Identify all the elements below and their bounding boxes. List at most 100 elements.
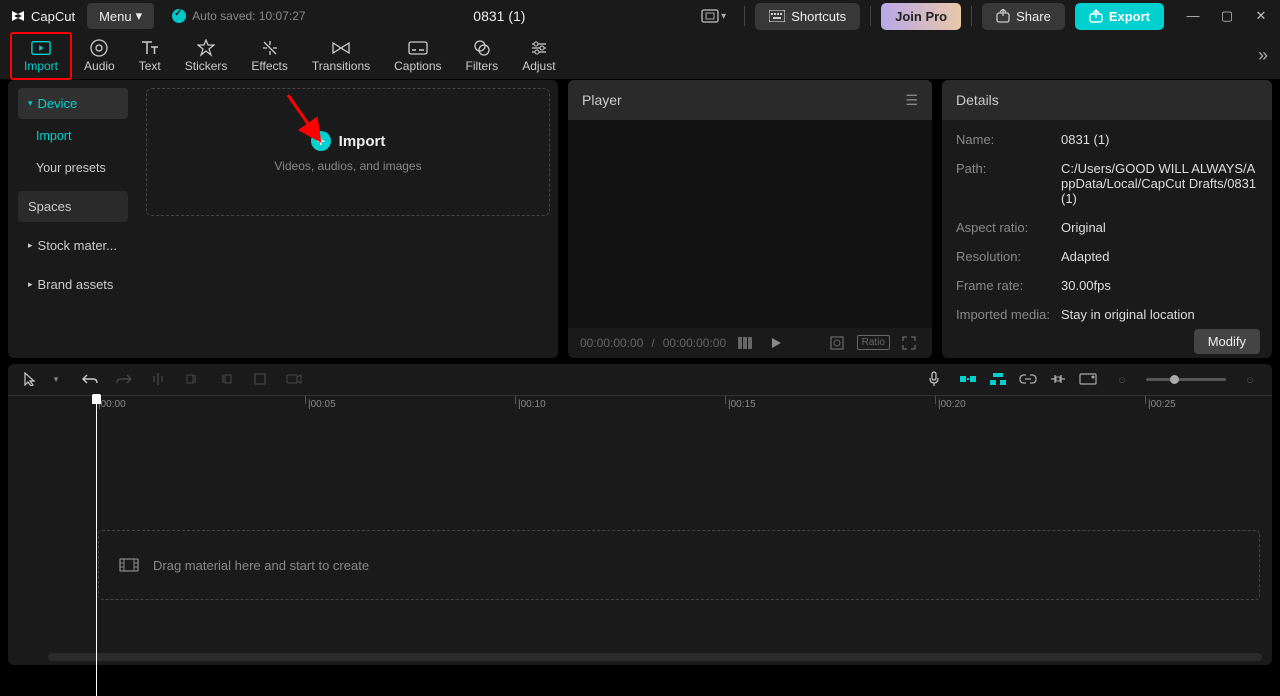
- chevron-down-icon: ▾: [136, 8, 143, 24]
- player-controls: 00:00:00:00 / 00:00:00:00 Ratio: [568, 328, 932, 358]
- plus-icon: +: [311, 131, 331, 151]
- chevron-right-icon: ▸: [28, 279, 33, 290]
- tab-audio[interactable]: Audio: [72, 32, 127, 80]
- join-pro-button[interactable]: Join Pro: [881, 3, 961, 30]
- export-button[interactable]: Export: [1075, 3, 1164, 30]
- sidebar-item-spaces[interactable]: Spaces: [18, 191, 128, 222]
- player-options-icon[interactable]: [734, 337, 758, 349]
- cursor-tool-icon[interactable]: [20, 369, 40, 389]
- detail-media-value: Stay in original location: [1061, 307, 1258, 322]
- tab-effects[interactable]: Effects: [239, 32, 299, 80]
- media-panel: ▾Device Import Your presets Spaces ▸Stoc…: [8, 80, 558, 357]
- join-pro-label: Join Pro: [895, 9, 947, 24]
- detail-name-label: Name:: [956, 132, 1061, 147]
- details-panel: Details Name:0831 (1) Path:C:/Users/GOOD…: [942, 80, 1272, 357]
- modify-label: Modify: [1208, 334, 1246, 349]
- film-icon: [119, 558, 139, 572]
- zoom-slider[interactable]: [1146, 378, 1226, 381]
- player-menu-icon[interactable]: ☰: [905, 92, 918, 109]
- play-button[interactable]: [766, 337, 786, 349]
- app-name: CapCut: [31, 9, 75, 24]
- detail-media-label: Imported media:: [956, 307, 1061, 322]
- sidebar-item-label: Spaces: [28, 199, 71, 214]
- divider: [870, 6, 871, 26]
- chevron-down-icon: ▾: [721, 11, 726, 22]
- tab-transitions[interactable]: Transitions: [300, 32, 382, 80]
- import-dropzone[interactable]: + Import Videos, audios, and images: [146, 88, 550, 216]
- minimize-button[interactable]: —: [1184, 8, 1202, 24]
- ratio-button[interactable]: Ratio: [857, 335, 890, 350]
- top-tabs: Import Audio Text Stickers Effects Trans…: [0, 32, 1280, 80]
- dropzone-text: Drag material here and start to create: [153, 558, 369, 573]
- adjust-icon: [529, 39, 549, 57]
- shortcuts-button[interactable]: Shortcuts: [755, 3, 860, 30]
- preview-icon[interactable]: [1048, 369, 1068, 389]
- close-button[interactable]: ✕: [1252, 8, 1270, 24]
- detail-fps-value: 30.00fps: [1061, 278, 1258, 293]
- redo-icon[interactable]: [114, 369, 134, 389]
- timeline-ruler[interactable]: |00:00 |00:05 |00:10 |00:15 |00:20 |00:2…: [8, 395, 1272, 415]
- menu-label: Menu: [99, 9, 132, 24]
- audio-icon: [89, 39, 109, 57]
- zoom-in-icon[interactable]: ○: [1240, 369, 1260, 389]
- tab-adjust[interactable]: Adjust: [510, 32, 567, 80]
- fullscreen-icon[interactable]: [898, 336, 920, 350]
- split-icon[interactable]: [148, 369, 168, 389]
- sidebar-item-label: Import: [36, 129, 71, 143]
- sidebar-item-brand[interactable]: ▸Brand assets: [18, 269, 128, 300]
- timeline-tracks[interactable]: Drag material here and start to create: [8, 415, 1272, 665]
- tab-stickers[interactable]: Stickers: [173, 32, 240, 80]
- app-logo: CapCut: [10, 8, 75, 24]
- playhead[interactable]: [96, 396, 97, 696]
- crop-icon[interactable]: [250, 369, 270, 389]
- record-icon[interactable]: [284, 369, 304, 389]
- magnet-main-icon[interactable]: [958, 369, 978, 389]
- tab-label: Effects: [251, 59, 287, 73]
- timeline-toolbar: ▾ ○ ○: [8, 364, 1272, 395]
- cover-icon[interactable]: [1078, 369, 1098, 389]
- cursor-dropdown-icon[interactable]: ▾: [46, 369, 66, 389]
- tabs-more-button[interactable]: »: [1258, 45, 1268, 66]
- export-label: Export: [1109, 9, 1150, 24]
- aspect-ratio-button[interactable]: ▾: [693, 9, 734, 23]
- sidebar-item-stock[interactable]: ▸Stock mater...: [18, 230, 128, 261]
- check-icon: [172, 9, 186, 23]
- import-subtitle: Videos, audios, and images: [274, 159, 421, 173]
- tab-label: Stickers: [185, 59, 228, 73]
- sidebar-item-import[interactable]: Import: [18, 121, 128, 151]
- mic-icon[interactable]: [924, 369, 944, 389]
- player-time-current: 00:00:00:00: [580, 336, 643, 350]
- tab-import[interactable]: Import: [10, 32, 72, 80]
- menu-button[interactable]: Menu ▾: [87, 3, 154, 29]
- ruler-tick-label: 00:05: [311, 399, 336, 410]
- share-button[interactable]: Share: [982, 3, 1065, 30]
- tab-captions[interactable]: Captions: [382, 32, 453, 80]
- tab-filters[interactable]: Filters: [454, 32, 511, 80]
- delete-right-icon[interactable]: [216, 369, 236, 389]
- timeline-dropzone[interactable]: Drag material here and start to create: [98, 530, 1260, 600]
- ruler-tick-label: 00:20: [941, 399, 966, 410]
- tab-label: Captions: [394, 59, 441, 73]
- player-viewport[interactable]: [568, 120, 932, 327]
- export-icon: [1089, 9, 1103, 23]
- autosave-status: Auto saved: 10:07:27: [172, 9, 305, 23]
- effects-icon: [260, 39, 280, 57]
- tab-label: Filters: [466, 59, 499, 73]
- undo-icon[interactable]: [80, 369, 100, 389]
- sidebar-item-device[interactable]: ▾Device: [18, 88, 128, 119]
- ruler-tick-label: 00:10: [521, 399, 546, 410]
- ruler-tick-label: 00:25: [1151, 399, 1176, 410]
- tab-text[interactable]: Text: [127, 32, 173, 80]
- keyboard-icon: [769, 10, 785, 22]
- ruler-tick-label: 00:15: [731, 399, 756, 410]
- link-icon[interactable]: [1018, 369, 1038, 389]
- zoom-out-icon[interactable]: ○: [1112, 369, 1132, 389]
- modify-button[interactable]: Modify: [1194, 329, 1260, 354]
- magnet-track-icon[interactable]: [988, 369, 1008, 389]
- sidebar-item-presets[interactable]: Your presets: [18, 153, 128, 183]
- horizontal-scrollbar[interactable]: [48, 653, 1262, 661]
- maximize-button[interactable]: ▢: [1218, 8, 1236, 24]
- scale-icon[interactable]: [825, 335, 849, 351]
- delete-left-icon[interactable]: [182, 369, 202, 389]
- details-title: Details: [956, 92, 999, 108]
